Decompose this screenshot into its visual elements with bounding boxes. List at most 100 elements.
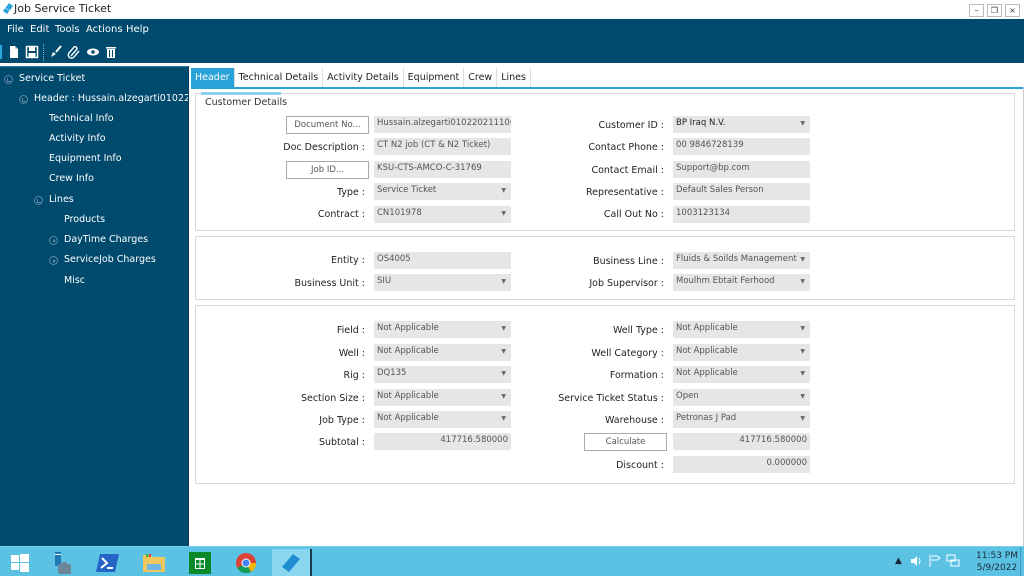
field-dropdown[interactable]: Not Applicable ▼ [374,321,511,338]
network-icon[interactable] [946,554,960,568]
job-supervisor-dropdown[interactable]: Moulhm Ebtait Ferhood ▼ [673,274,810,291]
taskbar-powershell[interactable] [88,549,128,576]
show-desktop-button[interactable] [1020,547,1024,576]
chevron-down-icon: ▼ [800,393,805,400]
rig-dropdown[interactable]: DQ135 ▼ [374,366,511,383]
taskbar-file-explorer[interactable] [134,549,174,576]
discount-field[interactable]: 0.000000 [673,456,810,473]
powershell-icon [96,553,119,572]
taskbar-store[interactable] [180,549,220,576]
chevron-down-icon: ▼ [800,325,805,332]
chevron-down-icon: ▼ [501,415,506,422]
tab-header[interactable]: Header [191,68,235,87]
job-service-ticket-icon [282,553,300,572]
well-label: Well : [338,348,365,359]
menu-tools[interactable]: Tools [55,24,80,35]
restore-button[interactable]: ❐ [987,4,1002,17]
tree-item-misc[interactable]: Misc [64,275,85,286]
document-no-field[interactable]: Hussain.alzegarti01022021110642 [374,116,511,133]
tree-item-activity-info[interactable]: Activity Info [49,133,106,144]
menu-actions[interactable]: Actions [86,24,123,35]
tree-expand-icon[interactable] [34,196,43,205]
calculate-button[interactable]: Calculate [584,433,667,451]
brush-icon[interactable] [49,45,63,59]
tree-expand-icon[interactable] [4,75,13,84]
taskbar-job-service-ticket[interactable] [272,549,312,576]
toolbar-grip [0,45,2,59]
chevron-down-icon: ▼ [800,415,805,422]
customer-id-label: Customer ID : [598,120,664,131]
calculated-total-field[interactable]: 417716.580000 [673,433,810,450]
organization-group [195,236,1015,300]
customer-id-value: BP Iraq N.V. [676,118,726,128]
job-id-field[interactable]: KSU-CTS-AMCO-C-31769 [374,161,511,178]
job-type-label: Job Type : [319,415,365,426]
field-label: Field : [336,325,365,336]
view-icon[interactable] [86,45,100,59]
job-id-button[interactable]: Job ID... [286,161,369,179]
chevron-down-icon: ▼ [501,348,506,355]
customer-id-dropdown[interactable]: BP Iraq N.V. ▼ [673,116,810,133]
formation-dropdown[interactable]: Not Applicable ▼ [673,366,810,383]
chevron-down-icon: ▼ [501,210,506,217]
business-line-dropdown[interactable]: Fluids & Soilds Management ▼ [673,252,810,269]
delete-icon[interactable] [104,45,118,59]
tab-technical-details[interactable]: Technical Details [234,68,324,87]
doc-description-label: Doc Description : [283,142,365,153]
taskbar-chrome[interactable] [226,549,266,576]
save-icon[interactable] [25,45,39,59]
tree-collapsed-icon[interactable] [49,256,58,265]
contract-dropdown[interactable]: CN101978 ▼ [374,206,511,223]
server-manager-icon [55,551,71,574]
section-size-dropdown[interactable]: Not Applicable ▼ [374,389,511,406]
menu-file[interactable]: File [7,24,24,35]
tree-item-products[interactable]: Products [64,214,105,225]
tab-equipment[interactable]: Equipment [403,68,465,87]
entity-field[interactable]: OS4005 [374,252,511,269]
tab-lines[interactable]: Lines [497,68,531,87]
job-type-dropdown[interactable]: Not Applicable ▼ [374,411,511,428]
well-dropdown[interactable]: Not Applicable ▼ [374,344,511,361]
start-button[interactable] [0,549,40,576]
tray-overflow-icon[interactable]: ▲ [895,556,902,576]
business-unit-dropdown[interactable]: SIU ▼ [374,274,511,291]
group-tab-indicator [201,92,281,95]
menu-edit[interactable]: Edit [30,24,49,35]
subtotal-label: Subtotal : [318,437,365,448]
action-center-flag-icon[interactable] [928,554,942,568]
navigation-tree: Service Ticket Header : Hussain.alzegart… [0,66,199,546]
tree-expand-icon[interactable] [19,95,28,104]
well-type-dropdown[interactable]: Not Applicable ▼ [673,321,810,338]
rig-value: DQ135 [377,368,407,378]
contact-phone-field[interactable]: 00 9846728139 [673,138,810,155]
volume-icon[interactable] [910,555,924,567]
subtotal-field[interactable]: 417716.580000 [374,433,511,450]
attach-icon[interactable] [67,45,81,59]
tree-item-crew-info[interactable]: Crew Info [49,173,94,184]
call-out-no-field[interactable]: 1003123134 [673,206,810,223]
contact-email-field[interactable]: Support@bp.com [673,161,810,178]
chevron-down-icon: ▼ [800,370,805,377]
minimize-button[interactable]: – [969,4,984,17]
representative-field[interactable]: Default Sales Person [673,183,810,200]
call-out-no-label: Call Out No : [603,209,664,220]
type-dropdown[interactable]: Service Ticket ▼ [374,183,511,200]
warehouse-dropdown[interactable]: Petronas J Pad ▼ [673,411,810,428]
tree-item-technical-info[interactable]: Technical Info [49,113,114,124]
contact-email-label: Contact Email : [591,165,664,176]
service-ticket-status-dropdown[interactable]: Open ▼ [673,389,810,406]
well-category-dropdown[interactable]: Not Applicable ▼ [673,344,810,361]
doc-description-field[interactable]: CT N2 job (CT & N2 Ticket) [374,138,511,155]
new-document-icon[interactable] [7,45,21,59]
close-button[interactable]: × [1005,4,1020,17]
tab-crew[interactable]: Crew [464,68,498,87]
menu-help[interactable]: Help [126,24,149,35]
document-no-button[interactable]: Document No... [286,116,369,134]
system-clock[interactable]: 11:53 PM 5/9/2022 [976,550,1018,574]
tree-item-equipment-info[interactable]: Equipment Info [49,153,122,164]
business-unit-value: SIU [377,276,392,286]
start-icon [11,553,29,572]
taskbar-server-manager[interactable] [42,549,82,576]
tree-collapsed-icon[interactable] [49,236,58,245]
tab-activity-details[interactable]: Activity Details [323,68,404,87]
